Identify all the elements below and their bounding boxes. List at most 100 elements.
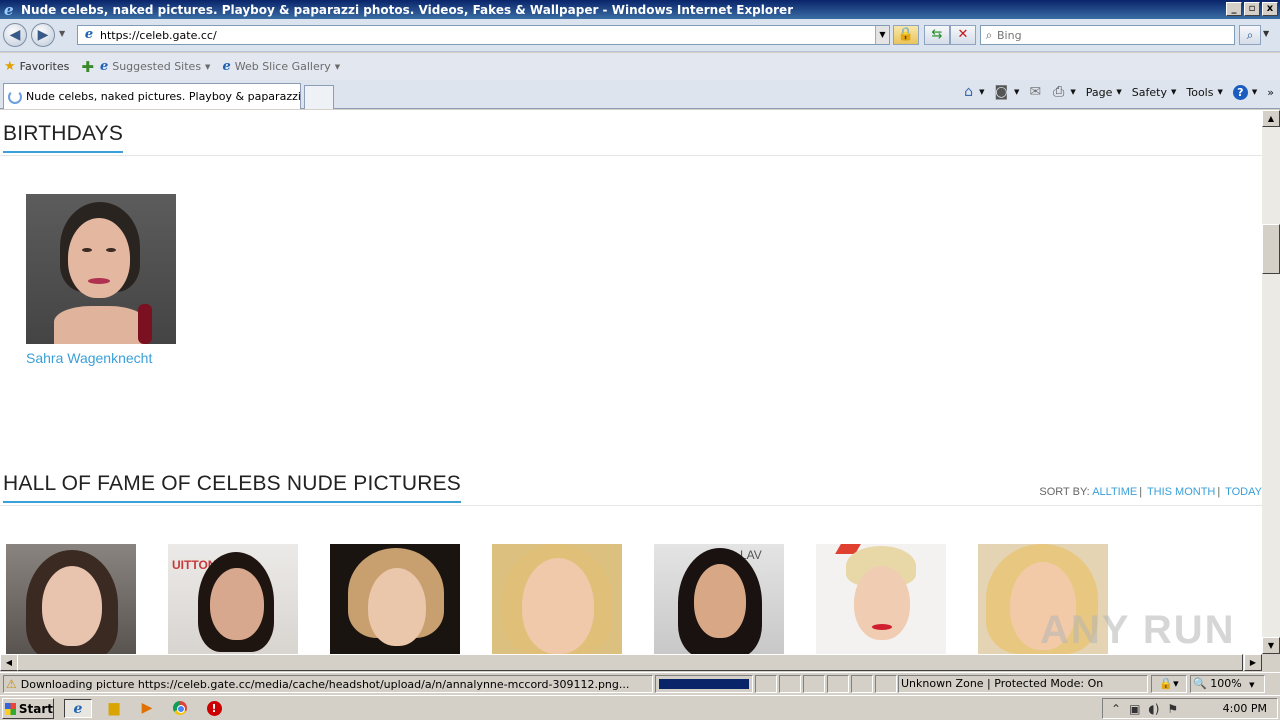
page-menu-label: Page [1085,85,1113,99]
maximize-button[interactable]: ▫ [1244,2,1260,16]
suggested-sites-label: Suggested Sites [112,60,202,73]
horizontal-scroll-thumb[interactable] [17,654,1243,671]
rss-feed-icon: ◙ [994,84,1009,100]
title-bar[interactable]: e Nude celebs, naked pictures. Playboy &… [0,0,1280,19]
hall-of-fame-photo[interactable] [492,544,622,654]
hall-of-fame-photo[interactable] [978,544,1108,654]
status-cell [755,675,777,693]
suggested-sites-item[interactable]: e Suggested Sites ▼ [100,59,211,74]
more-commands-icon[interactable]: » [1267,86,1274,99]
chevron-down-icon: ▼ [1014,88,1020,96]
status-cell [875,675,897,693]
read-mail-button[interactable]: ✉ [1029,84,1043,100]
sort-today-link[interactable]: TODAY [1225,486,1262,498]
section-divider [0,155,1262,156]
scroll-down-arrow-icon[interactable]: ▼ [1262,637,1280,654]
warning-icon: ⚠ [6,677,17,691]
action-center-flag-icon[interactable]: ⚑ [1167,702,1178,716]
clock[interactable]: 4:00 PM [1223,702,1267,715]
safety-menu[interactable]: Safety ▼ [1132,86,1177,99]
minimize-button[interactable]: _ [1226,2,1242,16]
zoom-control[interactable]: 🔍 100% ▼ [1190,675,1265,693]
address-dropdown-icon[interactable]: ▼ [875,26,889,44]
scroll-right-arrow-icon[interactable]: ▶ [1244,654,1262,671]
zoom-icon: 🔍 [1193,677,1207,690]
network-icon[interactable]: ▣ [1129,702,1140,716]
sort-alltime-link[interactable]: ALLTIME [1092,486,1137,498]
search-button[interactable]: ⌕ [1239,25,1261,45]
favorites-label: Favorites [19,60,70,73]
chevron-down-icon: ▼ [1251,88,1258,96]
tools-menu-label: Tools [1186,85,1214,99]
command-bar: ⌂ ▼ ◙ ▼ ✉ ⎙ ▼ Page ▼ Safety ▼ Tools ▼ ? ▼ » [954,84,1274,100]
download-progress-bar [655,675,753,693]
web-slice-gallery-item[interactable]: e Web Slice Gallery ▼ [222,59,340,74]
sort-by-controls: SORT BY: ALLTIME | THIS MONTH | TODAY [1039,486,1262,498]
sort-this-month-link[interactable]: THIS MONTH [1147,486,1215,498]
celebrity-name-link[interactable]: Sahra Wagenknecht [26,350,176,366]
lock-icon[interactable]: 🔒 [893,25,919,45]
address-input[interactable] [100,28,875,42]
system-tray: ⌃ ▣ ◖) ⚑ 4:00 PM [1102,698,1278,719]
scroll-left-arrow-icon[interactable]: ◀ [0,654,18,671]
window-controls: _ ▫ x [1226,2,1278,16]
help-menu[interactable]: ? ▼ [1232,84,1258,100]
window-title: Nude celebs, naked pictures. Playboy & p… [21,2,794,17]
tab-active[interactable]: Nude celebs, naked pictures. Playboy & p… [3,83,301,109]
hall-of-fame-photo[interactable] [330,544,460,654]
vertical-scrollbar[interactable]: ▲ ▼ [1262,110,1280,654]
close-button[interactable]: x [1262,2,1278,16]
hall-of-fame-photo[interactable]: LAV [654,544,784,654]
favorites-bar: ★ Favorites ✚ e Suggested Sites ▼ e Web … [0,53,1280,80]
hall-of-fame-photo[interactable] [6,544,136,654]
back-button[interactable]: ◀ [3,23,27,47]
celebrity-photo[interactable] [26,194,176,344]
start-label: Start [18,701,53,716]
add-to-favorites-icon[interactable]: ✚ [81,58,94,76]
tab-label: Nude celebs, naked pictures. Playboy & p… [26,90,301,103]
hall-of-fame-heading: HALL OF FAME OF CELEBS NUDE PICTURES [3,472,462,503]
chevron-down-icon: ▼ [1170,88,1177,96]
search-options-dropdown-icon[interactable]: ▼ [1263,29,1269,38]
favorites-button[interactable]: ★ Favorites [4,59,69,74]
search-input[interactable] [997,28,1234,42]
page-content: BIRTHDAYS Sahra Wagenknecht HALL OF FAME… [0,110,1262,654]
tray-expand-icon[interactable]: ⌃ [1111,702,1121,716]
chevron-down-icon: ▼ [334,62,341,71]
new-tab-button[interactable] [304,85,334,109]
stop-button[interactable]: ✕ [950,25,976,45]
protected-mode-icon[interactable]: 🔒▾ [1151,675,1187,693]
printer-icon: ⎙ [1053,84,1065,100]
horizontal-scrollbar[interactable]: ◀ ▶ [0,654,1262,671]
hall-of-fame-photo[interactable] [816,544,946,654]
recent-pages-dropdown-icon[interactable]: ▼ [59,29,65,38]
scroll-up-arrow-icon[interactable]: ▲ [1262,110,1280,127]
taskbar-folder-icon[interactable]: ▆ [100,699,128,718]
birthday-card[interactable]: Sahra Wagenknecht [26,194,176,366]
address-bar[interactable]: e ▼ [77,25,890,45]
search-box[interactable]: ⌕ [980,25,1235,45]
chevron-down-icon: ▼ [1116,88,1122,96]
feeds-button[interactable]: ◙ ▼ [994,84,1019,100]
tools-menu[interactable]: Tools ▼ [1186,86,1223,99]
taskbar-chrome-icon[interactable] [166,699,194,718]
help-icon: ? [1232,84,1248,100]
ie-page-icon: e [99,59,109,74]
page-menu[interactable]: Page ▼ [1086,86,1122,99]
status-cell [827,675,849,693]
taskbar-media-player-icon[interactable]: ▶ [133,699,161,718]
taskbar-ie-icon[interactable]: e [64,699,92,718]
status-cell [803,675,825,693]
vertical-scroll-thumb[interactable] [1262,224,1280,274]
volume-icon[interactable]: ◖) [1148,702,1159,716]
security-zone[interactable]: Unknown Zone | Protected Mode: On [898,675,1148,693]
forward-button[interactable]: ▶ [31,23,55,47]
section-divider [0,505,1262,506]
taskbar-stop-icon[interactable]: ! [200,699,228,718]
chevron-down-icon: ▼ [205,62,211,71]
start-button[interactable]: Start [2,698,54,719]
print-button[interactable]: ⎙ ▼ [1053,84,1076,100]
home-button[interactable]: ⌂ ▼ [964,84,984,100]
refresh-button[interactable]: ⇆ [924,25,950,45]
hall-of-fame-photo[interactable]: UITTON [168,544,298,654]
